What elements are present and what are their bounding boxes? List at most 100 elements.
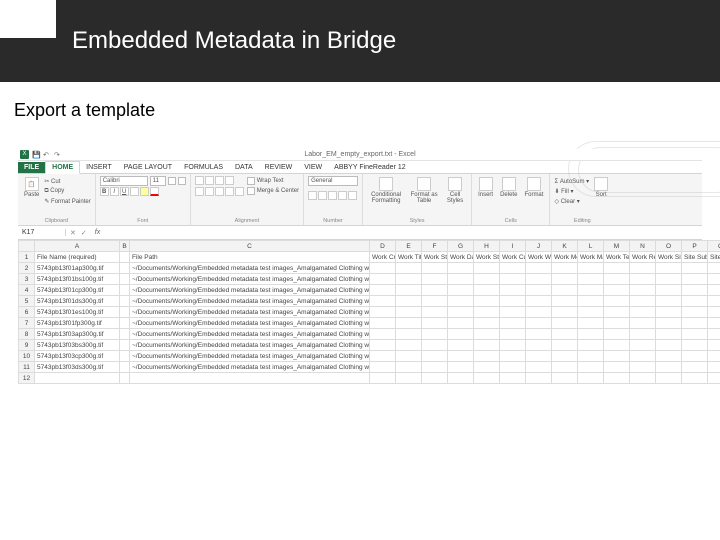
cell[interactable] xyxy=(448,285,474,296)
cell[interactable] xyxy=(422,285,448,296)
align-bottom-icon[interactable] xyxy=(215,176,224,185)
cell[interactable] xyxy=(474,362,500,373)
cell[interactable]: 5743pb13f01es100g.tif xyxy=(35,307,120,318)
cell[interactable] xyxy=(370,351,396,362)
cell[interactable]: ~/Documents/Working/Embedded metadata te… xyxy=(130,340,370,351)
cell[interactable] xyxy=(370,318,396,329)
cell[interactable]: 5743pb13f01ds300g.tif xyxy=(35,296,120,307)
cell[interactable] xyxy=(120,329,130,340)
cell[interactable] xyxy=(396,373,422,384)
cell[interactable] xyxy=(370,285,396,296)
format-cells-button[interactable]: Format xyxy=(522,176,545,199)
cell[interactable] xyxy=(120,340,130,351)
cell[interactable] xyxy=(500,285,526,296)
decrease-decimal-icon[interactable] xyxy=(348,191,357,200)
cell[interactable] xyxy=(708,274,720,285)
italic-button[interactable]: I xyxy=(110,187,119,196)
cell[interactable] xyxy=(526,351,552,362)
cell[interactable] xyxy=(656,318,682,329)
row-header[interactable]: 9 xyxy=(19,340,35,351)
cell[interactable]: ~/Documents/Working/Embedded metadata te… xyxy=(130,307,370,318)
indent-dec-icon[interactable] xyxy=(225,187,234,196)
col-header[interactable]: C xyxy=(130,241,370,252)
cell[interactable]: ~/Documents/Working/Embedded metadata te… xyxy=(130,318,370,329)
cell[interactable]: Work Site xyxy=(656,252,682,263)
fill-button[interactable]: ⬇ Fill ▾ xyxy=(554,186,589,196)
cell[interactable]: 5743pb13f01fp300g.tif xyxy=(35,318,120,329)
row-header[interactable]: 3 xyxy=(19,274,35,285)
tab-file[interactable]: FILE xyxy=(18,162,45,173)
cell[interactable] xyxy=(500,340,526,351)
tab-home[interactable]: HOME xyxy=(45,161,80,174)
cell[interactable] xyxy=(604,362,630,373)
col-header[interactable]: D xyxy=(370,241,396,252)
paste-button[interactable]: 📋 Paste xyxy=(22,176,41,199)
cell[interactable]: 5743pb13f01ap300g.tif xyxy=(35,263,120,274)
copy-button[interactable]: ⧉ Copy xyxy=(44,186,90,196)
cell[interactable]: Site City xyxy=(708,252,720,263)
cell[interactable] xyxy=(578,307,604,318)
cell[interactable] xyxy=(604,274,630,285)
cell[interactable] xyxy=(578,329,604,340)
cell[interactable] xyxy=(120,285,130,296)
cell[interactable] xyxy=(708,340,720,351)
cell[interactable] xyxy=(448,362,474,373)
col-header[interactable]: O xyxy=(656,241,682,252)
cut-button[interactable]: ✂ Cut xyxy=(44,176,90,186)
clear-button[interactable]: ◇ Clear ▾ xyxy=(554,196,589,206)
cell[interactable] xyxy=(448,318,474,329)
cell[interactable]: 5743pb13f01bs100g.tif xyxy=(35,274,120,285)
col-header[interactable]: N xyxy=(630,241,656,252)
row-header[interactable]: 5 xyxy=(19,296,35,307)
name-box[interactable]: K17 xyxy=(18,229,66,236)
cell[interactable] xyxy=(526,362,552,373)
cell[interactable] xyxy=(130,373,370,384)
col-header[interactable]: M xyxy=(604,241,630,252)
cell[interactable] xyxy=(604,296,630,307)
currency-icon[interactable] xyxy=(308,191,317,200)
cell[interactable] xyxy=(474,307,500,318)
cell[interactable] xyxy=(656,307,682,318)
cell[interactable] xyxy=(120,318,130,329)
increase-font-icon[interactable] xyxy=(168,177,176,185)
cell[interactable] xyxy=(682,340,708,351)
cell[interactable] xyxy=(448,329,474,340)
cell[interactable] xyxy=(656,274,682,285)
autosum-button[interactable]: Σ AutoSum ▾ xyxy=(554,176,589,186)
cell[interactable] xyxy=(682,296,708,307)
col-header[interactable]: Q xyxy=(708,241,720,252)
cell[interactable] xyxy=(578,263,604,274)
font-size-select[interactable]: 11 xyxy=(150,176,166,186)
conditional-formatting-button[interactable]: Conditional Formatting xyxy=(367,176,405,205)
row-header[interactable]: 4 xyxy=(19,285,35,296)
cell[interactable] xyxy=(552,329,578,340)
cell[interactable] xyxy=(448,351,474,362)
redo-icon[interactable]: ↷ xyxy=(54,151,62,159)
cell[interactable] xyxy=(682,362,708,373)
cell[interactable] xyxy=(682,318,708,329)
cell[interactable] xyxy=(552,307,578,318)
cell[interactable] xyxy=(682,285,708,296)
number-format-select[interactable]: General xyxy=(308,176,358,186)
cell[interactable] xyxy=(474,263,500,274)
cell[interactable] xyxy=(448,274,474,285)
cell[interactable] xyxy=(474,285,500,296)
cell[interactable] xyxy=(526,285,552,296)
cell[interactable] xyxy=(474,340,500,351)
cell[interactable] xyxy=(656,329,682,340)
cell[interactable]: ~/Documents/Working/Embedded metadata te… xyxy=(130,329,370,340)
decrease-font-icon[interactable] xyxy=(178,177,186,185)
cell[interactable]: ~/Documents/Working/Embedded metadata te… xyxy=(130,274,370,285)
cell[interactable]: Work Rep xyxy=(630,252,656,263)
align-top-icon[interactable] xyxy=(195,176,204,185)
cell[interactable] xyxy=(604,351,630,362)
cell[interactable] xyxy=(370,362,396,373)
font-color-icon[interactable] xyxy=(150,187,159,196)
cell[interactable] xyxy=(552,274,578,285)
cell[interactable] xyxy=(682,263,708,274)
cell[interactable] xyxy=(448,307,474,318)
tab-insert[interactable]: INSERT xyxy=(80,162,118,173)
cell[interactable] xyxy=(396,340,422,351)
font-name-select[interactable]: Calibri xyxy=(100,176,148,186)
cell[interactable] xyxy=(552,373,578,384)
